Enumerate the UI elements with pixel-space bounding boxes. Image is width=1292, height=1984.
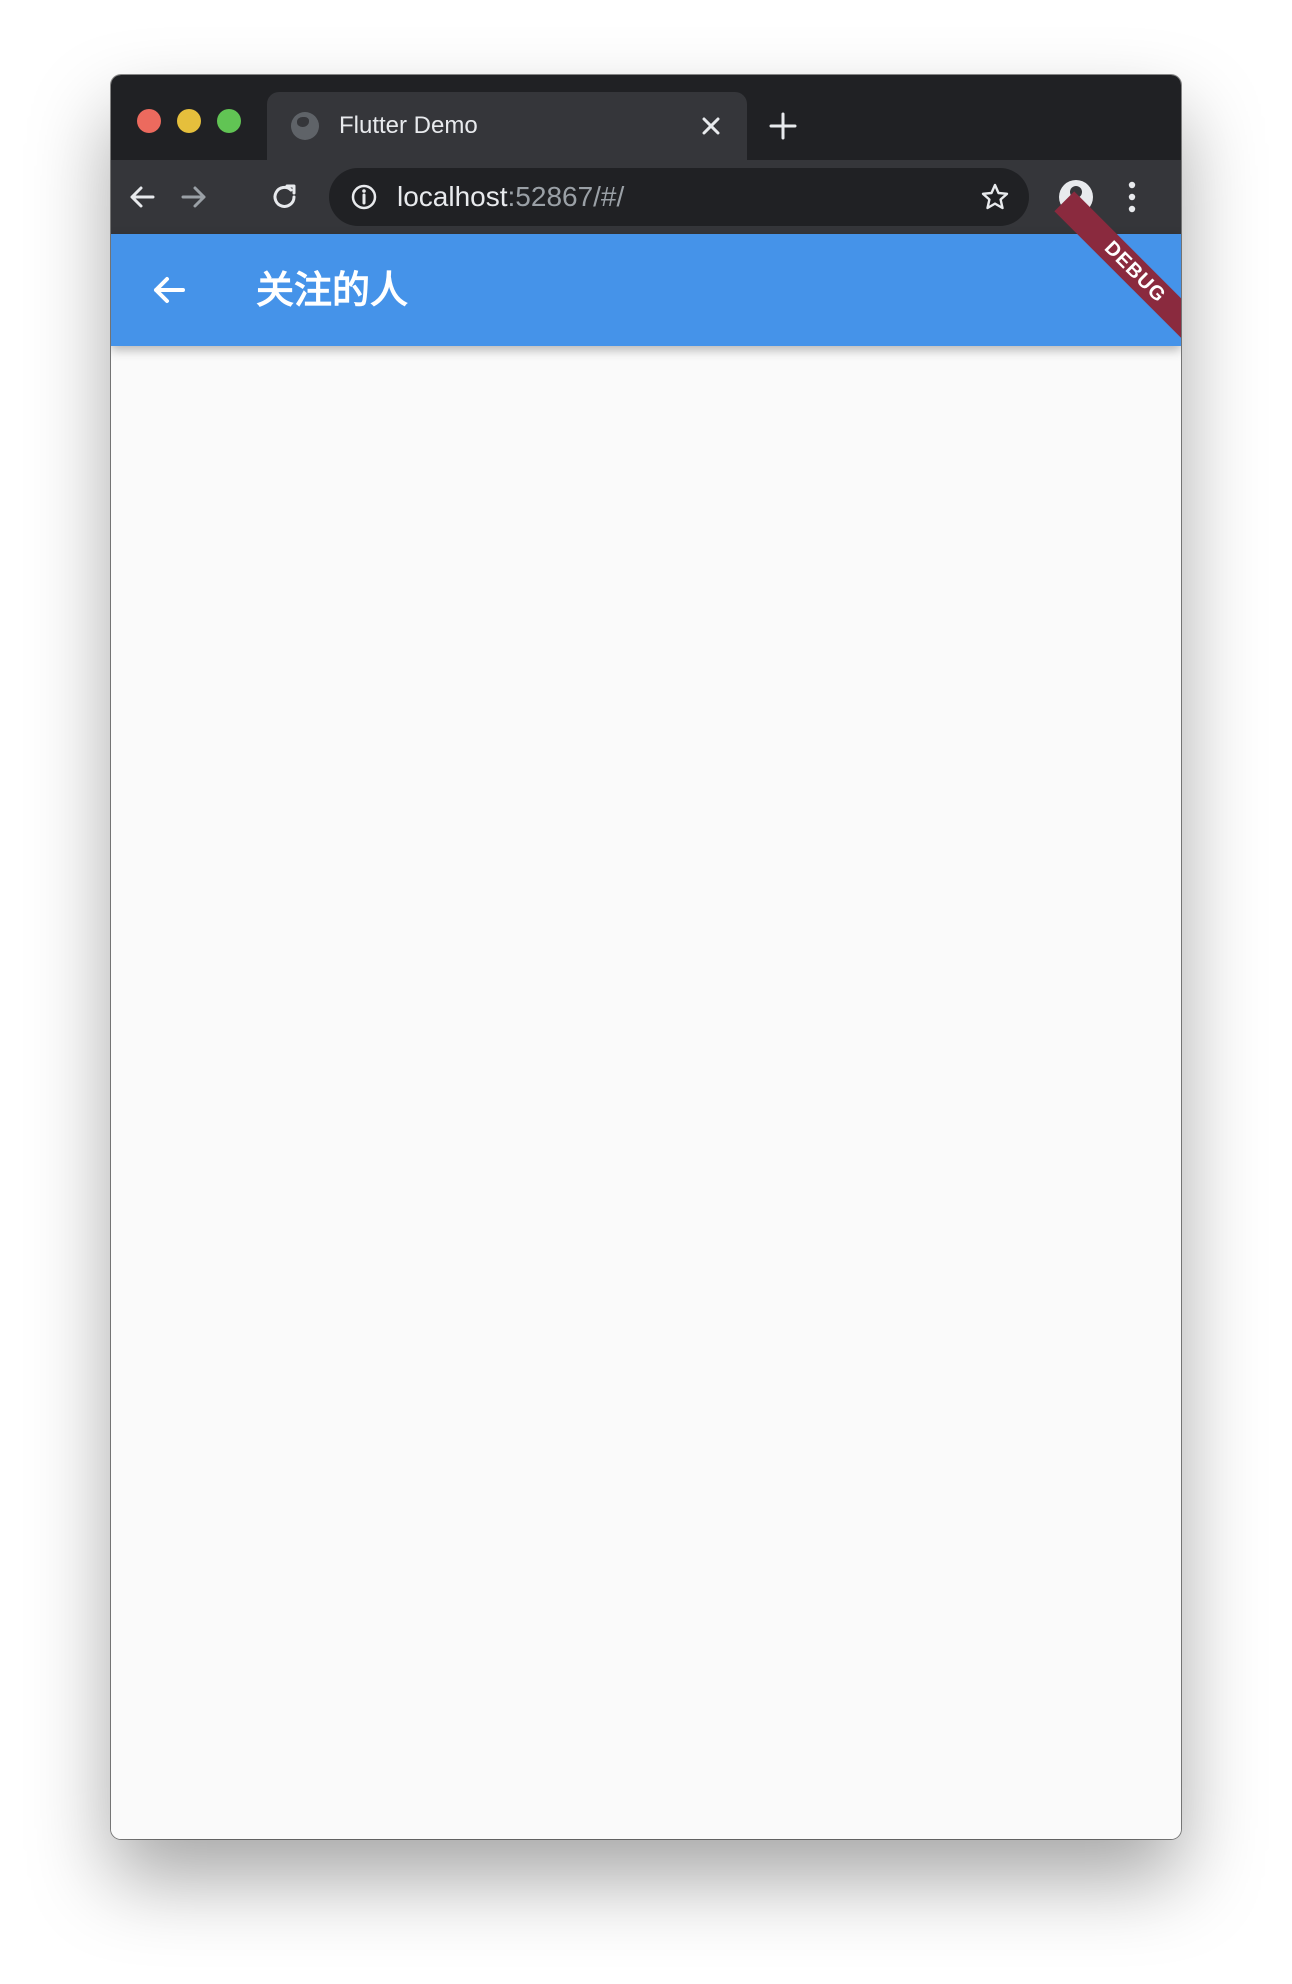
globe-icon: [291, 112, 319, 140]
tab-title: Flutter Demo: [339, 112, 478, 139]
browser-window: Flutter Demo localhost:52867/#/ 关注的人 DEB…: [111, 75, 1181, 1839]
close-icon[interactable]: [695, 110, 727, 142]
page-title: 关注的人: [256, 268, 409, 312]
minimize-window-button[interactable]: [177, 109, 201, 133]
more-vertical-icon[interactable]: [1124, 177, 1140, 217]
arrow-left-icon[interactable]: [123, 178, 161, 216]
zoom-window-button[interactable]: [217, 109, 241, 133]
star-icon[interactable]: [979, 181, 1011, 213]
page-content: [111, 346, 1181, 1839]
screenshot-stage: Flutter Demo localhost:52867/#/ 关注的人 DEB…: [0, 0, 1292, 1984]
arrow-right-icon[interactable]: [175, 178, 213, 216]
info-icon[interactable]: [349, 182, 379, 212]
url-path: :52867/#/: [507, 181, 625, 212]
url-host: localhost: [397, 181, 508, 212]
arrow-back-icon[interactable]: [149, 270, 189, 310]
address-bar[interactable]: localhost:52867/#/: [329, 168, 1029, 226]
tab-strip: Flutter Demo: [111, 75, 1181, 160]
plus-icon[interactable]: [766, 109, 800, 143]
close-window-button[interactable]: [137, 109, 161, 133]
reload-icon[interactable]: [266, 178, 304, 216]
app-bar: 关注的人 DEBUG: [111, 191, 1181, 353]
browser-toolbar: localhost:52867/#/: [111, 160, 1181, 234]
browser-tab[interactable]: Flutter Demo: [267, 92, 747, 160]
address-url: localhost:52867/#/: [397, 181, 624, 213]
